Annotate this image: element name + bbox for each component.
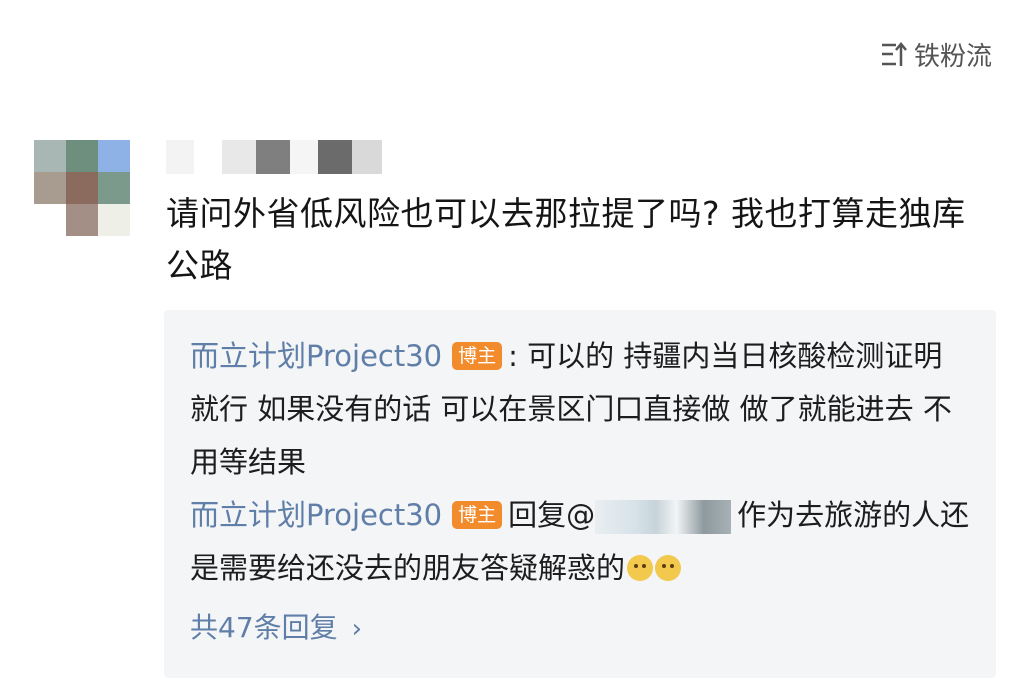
more-replies-label: 共47条回复 [190, 611, 338, 644]
chevron-right-icon: › [351, 614, 363, 644]
reply-prefix: 回复@ [508, 498, 596, 532]
reply-item: 而立计划Project30 博主 回复@ 作为去旅游的人还是需要给还没去的朋友答疑解惑… [190, 489, 970, 595]
username-blurred[interactable] [166, 140, 382, 174]
author-badge: 博主 [452, 342, 503, 370]
more-replies-link[interactable]: 共47条回复 › [190, 606, 362, 646]
author-badge: 博主 [452, 501, 503, 529]
sort-icon [881, 41, 907, 66]
reply-author[interactable]: 而立计划Project30 [190, 339, 442, 373]
comment-text: 请问外省低风险也可以去那拉提了吗? 我也打算走独库公路 [166, 194, 966, 285]
sort-label: 铁粉流 [913, 42, 992, 72]
doge-emoji-icon [655, 555, 682, 581]
reply-item: 而立计划Project30 博主: 可以的 持疆内当日核酸检测证明就行 如果没有的… [190, 330, 970, 489]
reply-box: 而立计划Project30 博主: 可以的 持疆内当日核酸检测证明就行 如果没有的… [164, 310, 996, 678]
mention-blurred[interactable] [595, 500, 732, 534]
avatar[interactable] [34, 140, 130, 236]
reply-author[interactable]: 而立计划Project30 [190, 498, 442, 532]
doge-emoji-icon [627, 555, 654, 581]
sort-button[interactable]: 铁粉流 [880, 36, 992, 73]
